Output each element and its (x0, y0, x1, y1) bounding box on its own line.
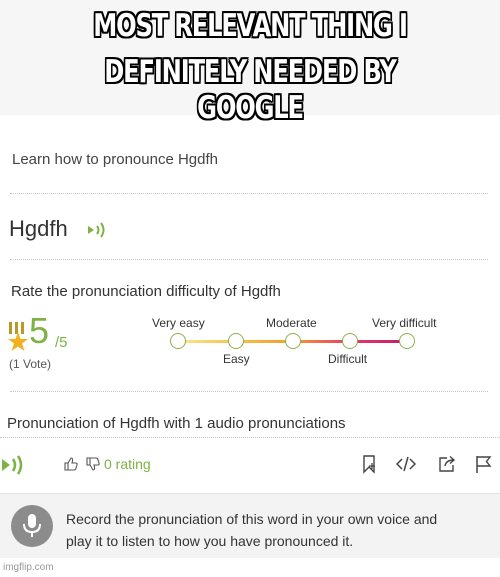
share-icon[interactable] (437, 454, 457, 474)
record-button[interactable] (11, 505, 53, 547)
scale-label-difficult: Difficult (328, 352, 368, 366)
record-instructions: Record the pronunciation of this word in… (66, 508, 437, 552)
scale-option-very-easy[interactable] (170, 333, 186, 349)
scale-label-very-difficult: Very difficult (372, 316, 437, 330)
rate-heading: Rate the pronunciation difficulty of Hgd… (11, 283, 281, 300)
divider (10, 193, 488, 194)
divider (10, 259, 488, 260)
pronunciation-heading: Pronunciation of Hgdfh with 1 audio pron… (7, 415, 346, 432)
meme-caption-line-1: MOST RELEVANT THING I (93, 8, 408, 44)
scale-label-easy: Easy (223, 352, 250, 366)
vote-count: (1 Vote) (9, 357, 52, 371)
scale-option-very-difficult[interactable] (399, 333, 415, 349)
bookmark-icon[interactable] (361, 454, 379, 474)
score-denominator: /5 (55, 334, 68, 351)
thumbs-up-icon[interactable] (64, 457, 78, 471)
scale-option-difficult[interactable] (342, 333, 358, 349)
microphone-icon (23, 514, 41, 537)
record-instructions-line-2: play it to listen to how you have pronou… (66, 533, 354, 549)
flag-icon[interactable] (474, 454, 494, 474)
learn-heading: Learn how to pronounce Hgdfh (12, 151, 218, 168)
word-title: Hgdfh (9, 216, 68, 241)
play-pronunciation-icon[interactable] (1, 454, 31, 476)
divider (0, 437, 500, 438)
thumbs-down-icon[interactable] (86, 457, 100, 471)
rating-count: 0 rating (104, 456, 151, 472)
difficulty-score: 5 (29, 310, 50, 351)
record-instructions-line-1: Record the pronunciation of this word in… (66, 511, 438, 527)
star-trophy-icon (8, 322, 28, 351)
divider (10, 391, 488, 392)
scale-option-moderate[interactable] (285, 333, 301, 349)
scale-label-moderate: Moderate (266, 316, 317, 330)
speaker-icon[interactable] (87, 221, 109, 239)
scale-option-easy[interactable] (228, 333, 244, 349)
meme-caption-line-2: DEFINITELY NEEDED BY GOOGLE (104, 54, 397, 126)
imgflip-watermark: imgflip.com (3, 562, 54, 573)
embed-code-icon[interactable] (396, 456, 416, 472)
scale-label-very-easy: Very easy (152, 316, 205, 330)
